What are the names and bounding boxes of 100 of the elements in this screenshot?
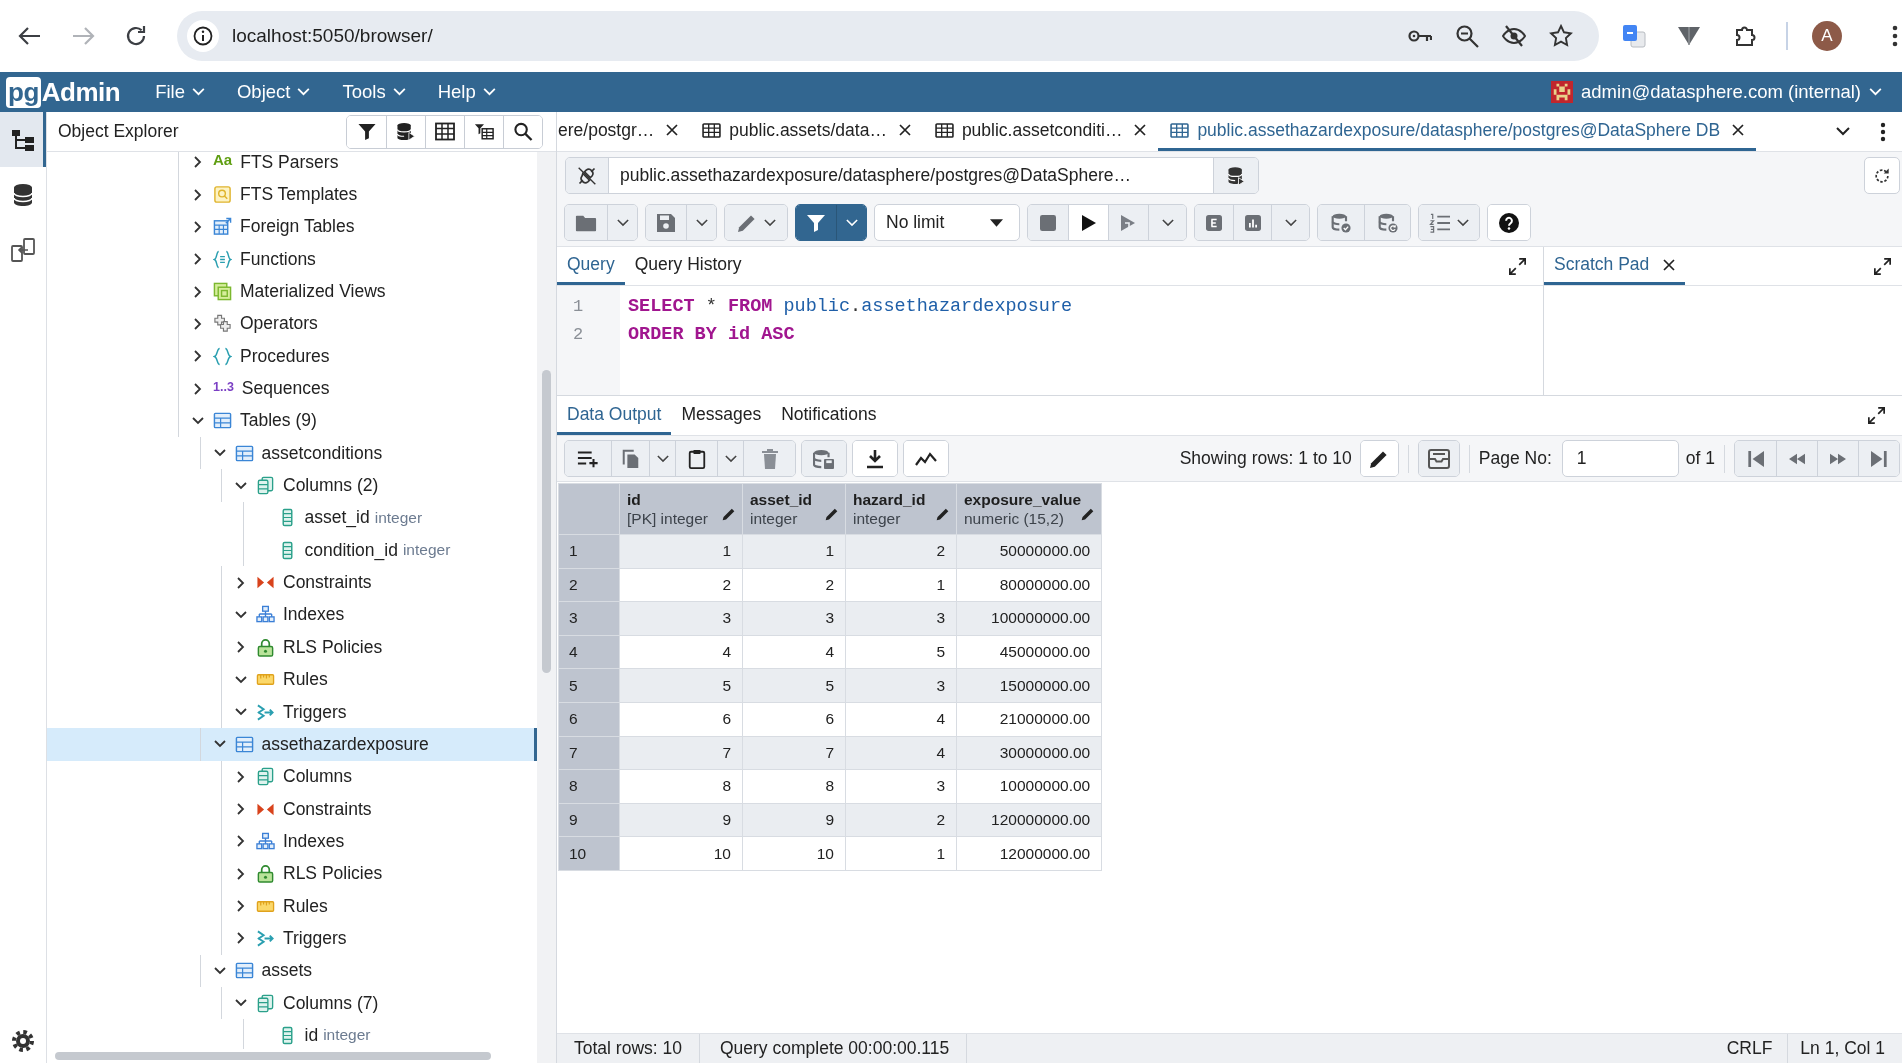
chevron-down-icon[interactable] [213, 449, 226, 458]
table-cell[interactable]: 120000000.00 [956, 803, 1102, 837]
user-menu-button[interactable]: admin@datasphere.com (internal) [1551, 76, 1882, 108]
chevron-right-icon[interactable] [194, 382, 202, 395]
chevron-down-icon[interactable] [235, 481, 247, 490]
translate-icon[interactable] [1622, 24, 1646, 48]
expand-icon[interactable] [1874, 257, 1891, 275]
editor-tab[interactable]: public.assethazardexposure/datasphere/postgres@DataSphere DB [1158, 112, 1757, 151]
download-button[interactable] [853, 441, 897, 476]
table-cell[interactable]: 3 [619, 601, 743, 636]
explain-button[interactable] [1195, 205, 1233, 240]
tree-item[interactable]: Triggers [47, 922, 537, 955]
table-cell[interactable]: 2 [742, 568, 846, 602]
table-cell[interactable]: 3 [845, 769, 957, 804]
table-cell[interactable]: 4 [742, 635, 846, 669]
column-header[interactable]: asset_id integer [742, 483, 846, 535]
tree-item[interactable]: Indexes [47, 598, 537, 632]
row-number[interactable]: 2 [558, 568, 620, 602]
pencil-icon[interactable] [1081, 507, 1096, 521]
editor-tab[interactable]: public.assetconditi… [922, 112, 1159, 151]
reload-icon[interactable] [124, 24, 148, 48]
chevron-right-icon[interactable] [237, 867, 245, 880]
table-cell[interactable]: 45000000.00 [956, 635, 1102, 669]
expand-icon[interactable] [1509, 257, 1526, 275]
table-cell[interactable]: 7 [742, 736, 846, 770]
table-cell[interactable]: 50000000.00 [956, 534, 1102, 569]
table-cell[interactable]: 15000000.00 [956, 668, 1102, 703]
table-cell[interactable]: 4 [845, 736, 957, 770]
chevron-right-icon[interactable] [194, 317, 202, 330]
connection-status-button[interactable] [566, 158, 608, 193]
save-data-button[interactable] [802, 441, 846, 476]
chevron-down-icon[interactable] [213, 966, 226, 975]
table-cell[interactable]: 1 [619, 534, 743, 569]
chevron-down-icon[interactable] [213, 740, 226, 749]
puzzle-piece-icon[interactable] [1734, 24, 1758, 48]
row-number[interactable]: 3 [558, 601, 620, 636]
tree-item[interactable]: assetconditions [47, 437, 537, 470]
save-button[interactable] [646, 205, 686, 240]
table-cell[interactable]: 21000000.00 [956, 702, 1102, 737]
row-number[interactable]: 1 [558, 534, 620, 569]
row-number[interactable]: 6 [558, 702, 620, 737]
chevron-right-icon[interactable] [237, 900, 245, 913]
tree-item[interactable]: Rules [47, 889, 537, 923]
close-icon[interactable] [1134, 124, 1147, 136]
output-tab[interactable]: Notifications [771, 396, 887, 435]
tree-item[interactable]: condition_id integer [47, 534, 537, 567]
row-number[interactable]: 10 [558, 836, 620, 871]
row-number[interactable]: 8 [558, 769, 620, 804]
zoom-out-icon[interactable] [1455, 24, 1479, 48]
tree-item[interactable]: Columns [47, 760, 537, 793]
table-cell[interactable]: 5 [619, 668, 743, 703]
table-cell[interactable]: 3 [845, 601, 957, 636]
tree-item[interactable]: Tables (9) [47, 404, 537, 438]
tree-item[interactable]: RLS Policies [47, 857, 537, 890]
last-page-button[interactable] [1858, 441, 1899, 476]
commit-button[interactable] [1318, 205, 1364, 240]
pencil-icon[interactable] [722, 507, 736, 521]
previous-page-button[interactable] [1776, 441, 1817, 476]
table-cell[interactable]: 3 [742, 601, 846, 636]
format-menu-button[interactable] [1419, 205, 1479, 240]
table-cell[interactable]: 6 [619, 702, 743, 737]
expand-icon[interactable] [1868, 407, 1885, 424]
tree-item[interactable]: Aa FTS Parsers [47, 152, 537, 179]
tree-item[interactable]: assets [47, 954, 537, 987]
table-cell[interactable]: 1 [845, 836, 957, 871]
add-row-button[interactable] [565, 441, 611, 476]
chevron-right-icon[interactable] [237, 770, 245, 783]
filter-button[interactable] [796, 205, 836, 240]
table-cell[interactable]: 1 [845, 568, 957, 602]
run-script-button[interactable] [1108, 205, 1148, 240]
open-file-button[interactable] [565, 205, 607, 240]
editor-tab[interactable]: ere/postgr… [557, 112, 691, 151]
row-limit-select[interactable]: No limit [874, 204, 1020, 241]
table-cell[interactable]: 3 [845, 668, 957, 703]
next-page-button[interactable] [1817, 441, 1858, 476]
chevron-right-icon[interactable] [237, 641, 245, 654]
table-cell[interactable]: 2 [619, 568, 743, 602]
editor-tab[interactable]: public.assets/data… [690, 112, 923, 151]
edit-menu-button[interactable] [725, 205, 787, 240]
chevron-right-icon[interactable] [237, 803, 245, 816]
dropdown-button[interactable] [836, 205, 866, 240]
menu-button[interactable]: Help [437, 76, 496, 108]
chevron-down-icon[interactable] [235, 999, 247, 1008]
info-icon[interactable] [187, 20, 219, 52]
column-header[interactable]: id [PK] integer [619, 483, 743, 535]
menu-button[interactable]: Object [236, 76, 311, 108]
more-icon[interactable] [1880, 121, 1886, 142]
tree-item[interactable]: Constraints [47, 792, 537, 826]
table-cell[interactable]: 10000000.00 [956, 769, 1102, 804]
search-button[interactable] [503, 115, 542, 148]
tree-item[interactable]: Indexes [47, 825, 537, 858]
chevron-right-icon[interactable] [194, 220, 202, 233]
output-tab[interactable]: Messages [671, 396, 772, 435]
delete-button[interactable] [743, 441, 795, 476]
address-bar[interactable]: localhost:5050/browser/ [177, 11, 1599, 61]
horizontal-scrollbar[interactable] [55, 1052, 491, 1060]
tree-item[interactable]: 1..3 Sequences [47, 372, 537, 405]
tree-item[interactable]: Rules [47, 663, 537, 696]
chevron-right-icon[interactable] [237, 835, 245, 848]
chevron-down-icon[interactable] [1836, 127, 1850, 136]
